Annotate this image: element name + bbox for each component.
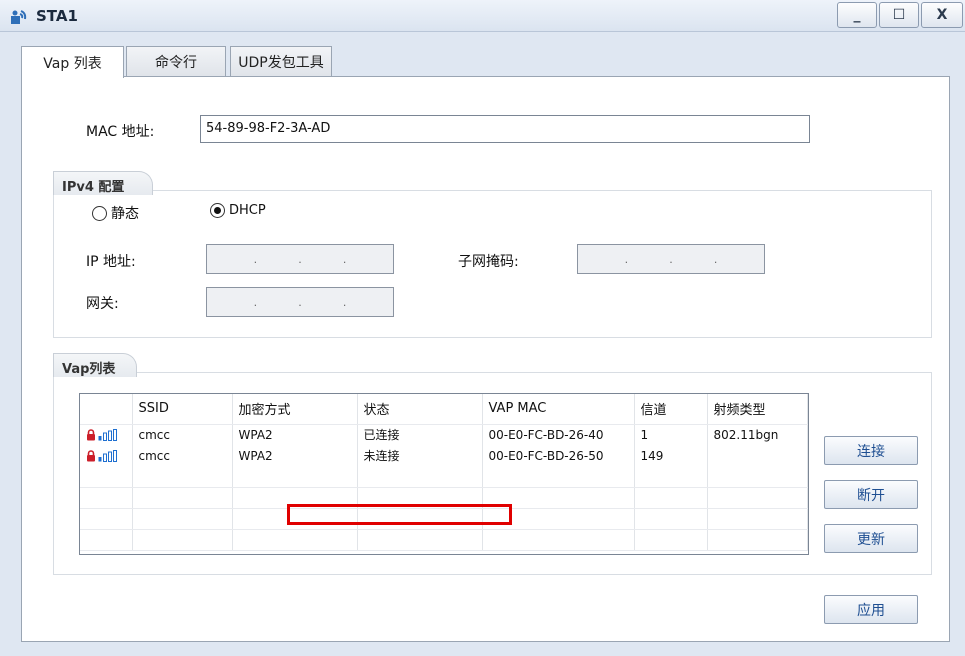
tab-command-line[interactable]: 命令行 <box>126 46 226 77</box>
cell-status: 已连接 <box>357 424 483 445</box>
vap-table[interactable]: SSID 加密方式 状态 VAP MAC 信道 射频类型 cmcc WPA2 已… <box>79 393 809 555</box>
ip-dot: . <box>298 295 302 309</box>
empty-row <box>80 529 808 551</box>
lock-icon <box>87 449 95 461</box>
table-header-row: SSID 加密方式 状态 VAP MAC 信道 射频类型 <box>80 394 808 425</box>
cell-ssid: cmcc <box>132 424 233 445</box>
ip-dot: . <box>253 295 258 309</box>
column-header-vap-mac[interactable]: VAP MAC <box>482 394 635 425</box>
column-header-encryption[interactable]: 加密方式 <box>232 394 358 425</box>
signal-strength-icon <box>98 428 117 441</box>
column-header-status[interactable]: 状态 <box>357 394 483 425</box>
ip-dot: . <box>624 252 629 266</box>
ip-dot: . <box>342 252 347 266</box>
column-header-ssid[interactable]: SSID <box>132 394 233 425</box>
subnet-mask-input[interactable]: . . . <box>577 244 765 274</box>
gateway-label: 网关: <box>86 296 119 312</box>
ip-dot: . <box>298 252 302 266</box>
static-radio-circle[interactable] <box>92 205 107 221</box>
static-radio-label: 静态 <box>111 206 139 222</box>
row-icons <box>80 424 133 445</box>
lock-icon <box>87 428 95 441</box>
window-title: STA1 <box>36 7 78 25</box>
column-header[interactable] <box>80 394 133 425</box>
tab-vap-list[interactable]: Vap 列表 <box>21 46 124 78</box>
station-app-icon <box>11 10 27 24</box>
disconnect-button[interactable]: 断开 <box>824 480 918 509</box>
ip-address-input[interactable]: . . . <box>206 244 394 274</box>
cell-ssid: cmcc <box>132 445 233 466</box>
dhcp-radio[interactable]: DHCP <box>210 203 266 218</box>
mac-label: MAC 地址: <box>86 124 155 140</box>
title-bar: STA1 _ ☐ X <box>0 0 965 32</box>
empty-row <box>80 487 808 509</box>
ipv4-group-title: IPv4 配置 <box>53 171 153 195</box>
cell-channel: 1 <box>634 424 708 445</box>
row-icons <box>80 445 133 466</box>
cell-channel: 149 <box>634 445 708 466</box>
empty-row <box>80 466 808 488</box>
minimize-button[interactable]: _ <box>837 2 877 28</box>
ip-dot: . <box>669 252 673 266</box>
cell-encryption: WPA2 <box>232 424 358 445</box>
static-radio[interactable]: 静态 <box>92 203 139 223</box>
cell-radio-type <box>707 445 808 466</box>
ip-dot: . <box>253 252 258 266</box>
connect-button[interactable]: 连接 <box>824 436 918 465</box>
close-button[interactable]: X <box>921 2 963 28</box>
vap-group-title: Vap列表 <box>53 353 137 377</box>
column-header-channel[interactable]: 信道 <box>634 394 708 425</box>
mac-address-input[interactable]: 54-89-98-F2-3A-AD <box>200 115 810 143</box>
column-header-radio-type[interactable]: 射频类型 <box>707 394 808 425</box>
dhcp-radio-circle[interactable] <box>210 203 225 218</box>
empty-row <box>80 508 808 530</box>
vap-panel: MAC 地址: 54-89-98-F2-3A-AD IPv4 配置 静态 DHC… <box>21 76 950 642</box>
signal-strength-icon <box>98 449 117 462</box>
table-row[interactable]: cmcc WPA2 未连接 00-E0-FC-BD-26-50 149 <box>80 445 808 466</box>
cell-vap-mac: 00-E0-FC-BD-26-40 <box>482 424 635 445</box>
gateway-input[interactable]: . . . <box>206 287 394 317</box>
refresh-button[interactable]: 更新 <box>824 524 918 553</box>
subnet-mask-label: 子网掩码: <box>458 254 519 270</box>
cell-encryption: WPA2 <box>232 445 358 466</box>
maximize-button[interactable]: ☐ <box>879 2 919 28</box>
vap-table-grid: SSID 加密方式 状态 VAP MAC 信道 射频类型 cmcc WPA2 已… <box>80 394 808 551</box>
apply-button[interactable]: 应用 <box>824 595 918 624</box>
cell-vap-mac: 00-E0-FC-BD-26-50 <box>482 445 635 466</box>
cell-status: 未连接 <box>357 445 483 466</box>
cell-radio-type: 802.11bgn <box>707 424 808 445</box>
dhcp-radio-label: DHCP <box>229 203 266 218</box>
tab-udp-tool[interactable]: UDP发包工具 <box>230 46 332 77</box>
ip-address-label: IP 地址: <box>86 254 136 270</box>
table-row[interactable]: cmcc WPA2 已连接 00-E0-FC-BD-26-40 1 802.11… <box>80 424 808 445</box>
ip-dot: . <box>342 295 347 309</box>
ip-dot: . <box>713 252 718 266</box>
